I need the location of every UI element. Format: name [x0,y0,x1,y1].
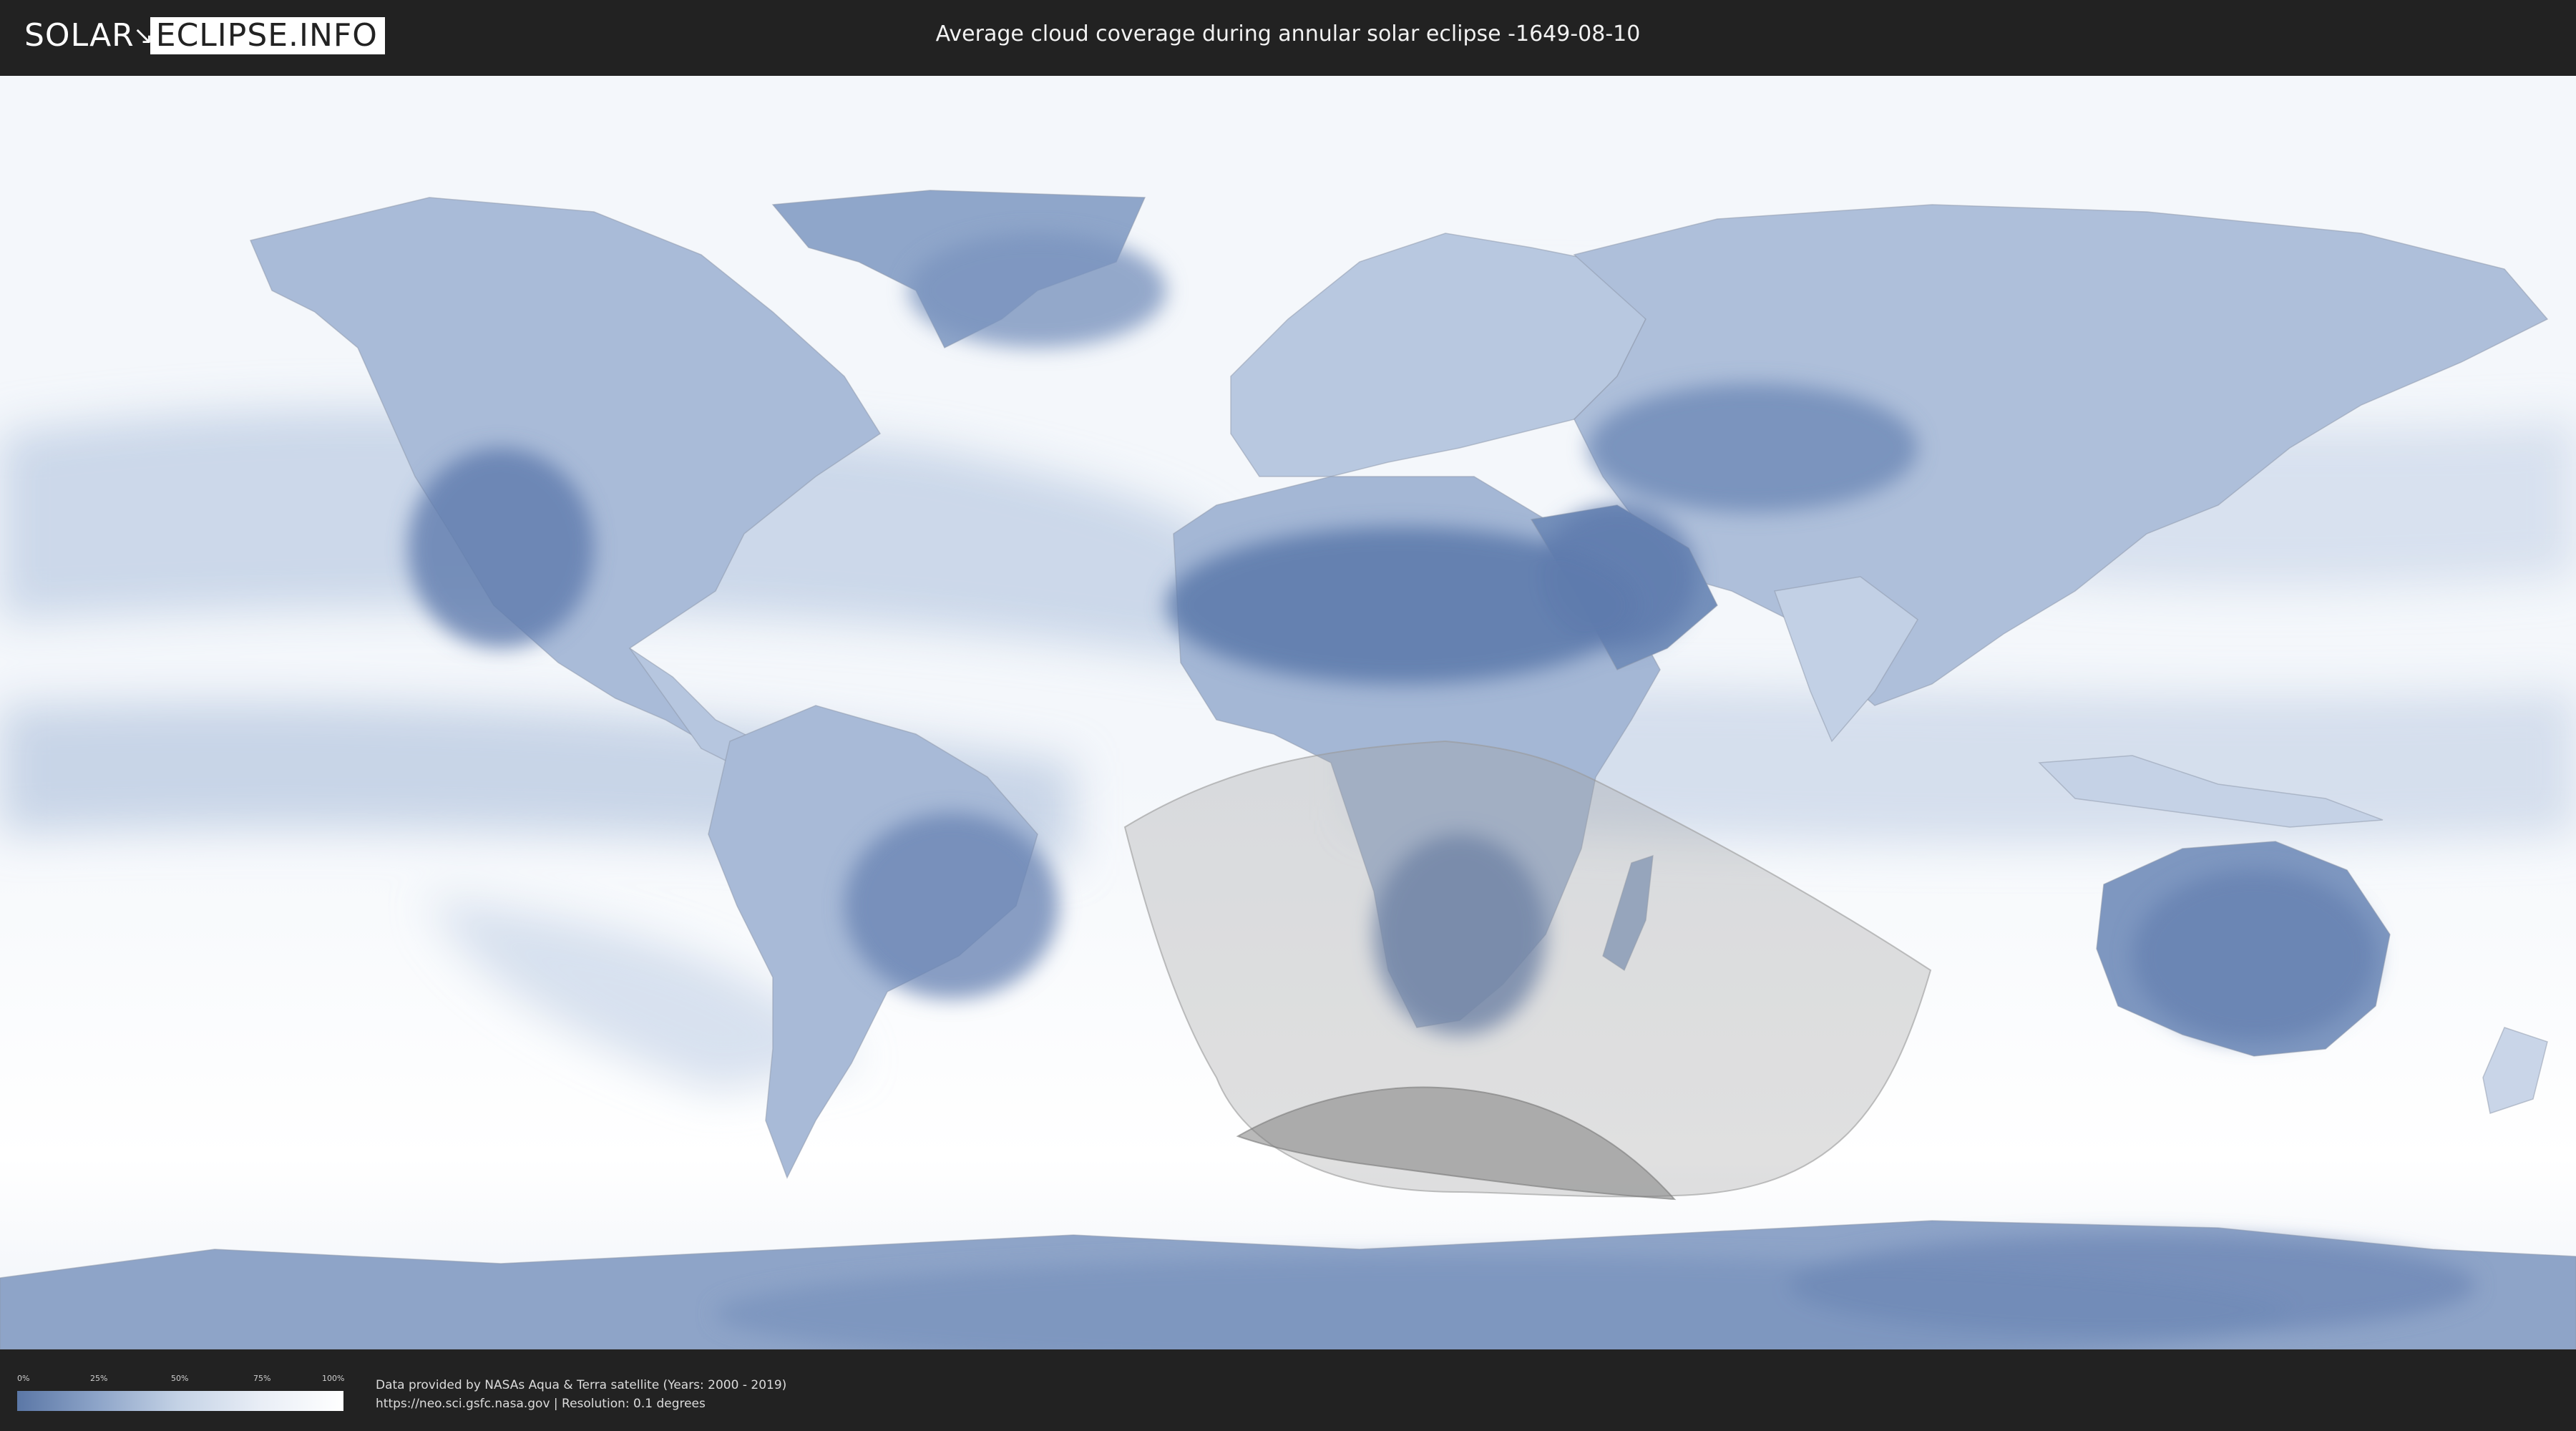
legend-tick-25: 25% [90,1374,108,1383]
footer-bar [0,1357,2576,1431]
map-svg [0,76,2576,1349]
data-source-link[interactable]: https://neo.sci.gsfc.nasa.gov | Resoluti… [376,1395,706,1412]
legend-tick-50: 50% [171,1374,189,1383]
legend-color-bar [17,1391,343,1411]
legend-tick-0: 0% [17,1374,30,1383]
cloud-coverage-legend: 0% 25% 50% 75% 100% [17,1374,345,1417]
data-credit: Data provided by NASAs Aqua & Terra sate… [376,1378,787,1392]
legend-tick-75: 75% [253,1374,271,1383]
cloud-coverage-map[interactable] [0,76,2576,1349]
legend-tick-100: 100% [322,1374,345,1383]
header-bar: SOLAR ↘ ECLIPSE.INFO Average cloud cover… [0,0,2576,72]
page-title: Average cloud coverage during annular so… [935,21,1641,47]
